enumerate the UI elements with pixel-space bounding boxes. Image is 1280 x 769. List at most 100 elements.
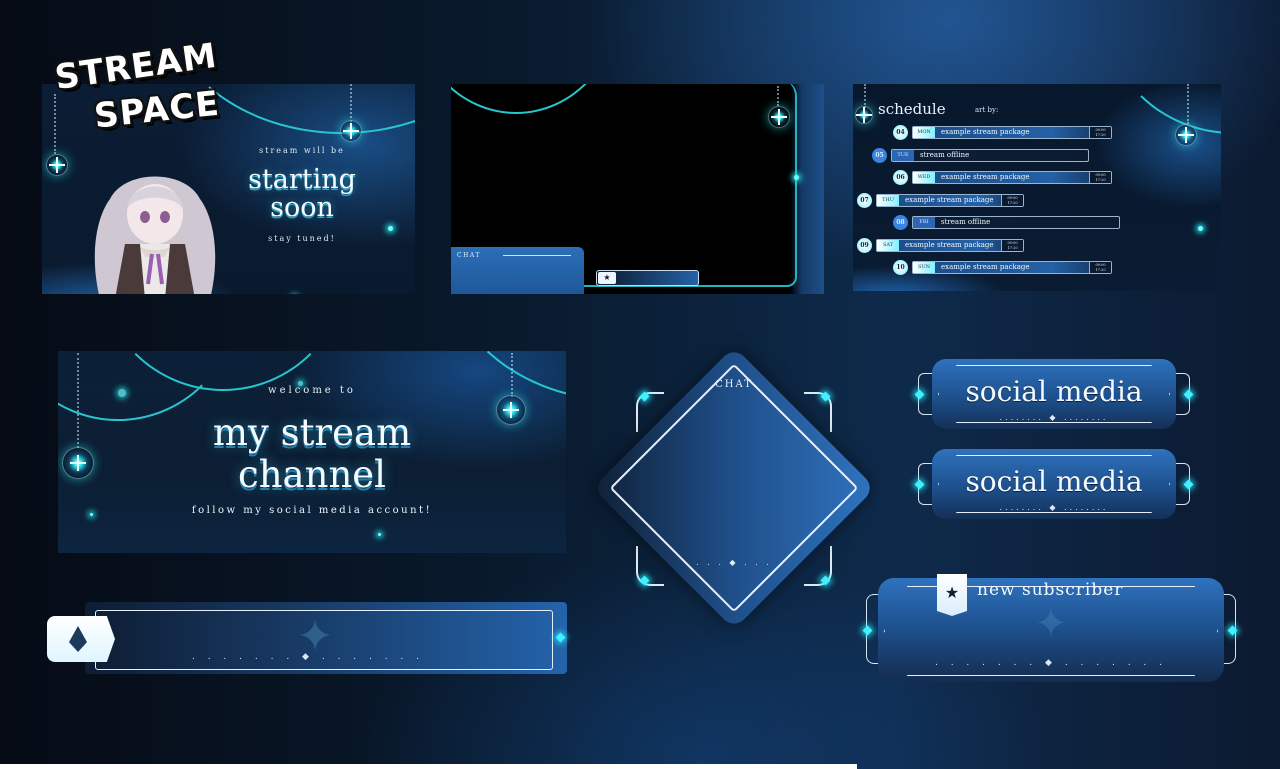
time-start: 09:00: [1007, 195, 1018, 200]
welcome-text: welcome to: [268, 385, 356, 396]
star-orb-icon: [1175, 124, 1197, 146]
dots-divider: ........ ◆ ........: [999, 503, 1109, 512]
day-label: THU: [877, 194, 899, 206]
stream-title: example stream package: [941, 173, 1030, 181]
dots-divider: . . . . . . . ◆ . . . . . . .: [191, 652, 425, 662]
star-orb-icon: [340, 120, 362, 142]
title-line-1: starting: [248, 164, 356, 195]
schedule-screen: schedule art by: 04 MON example stream pac…: [853, 84, 1221, 291]
date-number: 07: [857, 192, 872, 208]
stream-title: example stream package: [905, 240, 994, 249]
channel-banner: welcome to my stream channel follow my s…: [58, 351, 566, 553]
diamond-chat-panel[interactable]: CHAT . . . ◆ . . .: [586, 340, 882, 636]
stream-title: example stream package: [905, 195, 994, 204]
social-media-label: social media: [965, 465, 1143, 498]
name-tag: [47, 616, 115, 662]
chain-decoration: [1187, 84, 1189, 124]
schedule-bar: TUE stream offline: [891, 148, 1089, 162]
pre-title-text: stream will be: [259, 146, 345, 155]
title-line-2: soon: [270, 192, 334, 223]
logo-line-2: SPACE: [92, 83, 222, 137]
day-label: MON: [913, 127, 935, 138]
stream-time: 09:00 17:20: [1089, 127, 1111, 138]
post-title-text: stay tuned!: [268, 234, 336, 243]
star-icon: [1198, 226, 1203, 231]
diamond-icon: [69, 626, 87, 652]
schedule-row: 08 FRI stream offline: [893, 215, 1121, 230]
dots-divider: . . . . . . . ◆ . . . . . . .: [934, 658, 1168, 668]
banner-title-line-1: my stream: [212, 411, 412, 454]
stream-title: stream offline: [920, 150, 970, 159]
date-number: 08: [893, 215, 908, 230]
banner-title-line-2: channel: [238, 453, 386, 496]
chat-label: CHAT: [457, 252, 481, 259]
divider-line: [503, 255, 571, 256]
date-number: 04: [893, 125, 908, 140]
schedule-title: schedule: [878, 100, 946, 118]
chain-decoration: [864, 84, 866, 108]
schedule-bar: FRI stream offline: [912, 216, 1120, 229]
time-start: 09:00: [1095, 173, 1106, 177]
chain-decoration: [777, 86, 779, 106]
time-end: 17:20: [1095, 268, 1106, 272]
social-media-label: social media: [965, 375, 1143, 408]
sparkle-icon: [794, 175, 799, 180]
time-start: 09:00: [1095, 263, 1106, 267]
schedule-row: 05 TUE stream offline: [872, 147, 1090, 163]
chain-decoration: [54, 94, 56, 154]
stream-time: 09:00 17:20: [1001, 194, 1023, 206]
star-orb-icon: [768, 106, 790, 128]
gameplay-overlay: CHAT ★: [451, 84, 824, 294]
stream-space-logo: STREAM SPACE: [52, 36, 221, 137]
star-icon: [388, 226, 393, 231]
time-start: 09:00: [1007, 240, 1018, 245]
star-icon: ★: [598, 272, 616, 284]
date-number: 10: [893, 260, 908, 275]
decorative-arc: [1103, 84, 1221, 134]
date-number: 09: [857, 237, 872, 253]
schedule-bar: THU example stream package 09:00 17:20: [876, 193, 1024, 207]
schedule-bar: SUN example stream package 09:00 17:20: [912, 261, 1112, 274]
stream-time: 09:00 17:20: [1001, 239, 1023, 251]
social-media-panel[interactable]: social media ........ ◆ ........: [914, 359, 1194, 429]
day-label: WED: [913, 172, 935, 183]
star-orb-icon: [46, 154, 68, 176]
chat-label: CHAT: [715, 379, 753, 390]
date-number: 06: [893, 170, 908, 185]
new-subscriber-alert: ✦ ★ new subscriber . . . . . . . ◆ . . .…: [862, 574, 1238, 684]
day-label: TUE: [892, 149, 914, 161]
day-label: SAT: [877, 239, 899, 251]
day-label: FRI: [913, 217, 935, 228]
day-label: SUN: [913, 262, 935, 273]
stream-time: 09:00 17:20: [1089, 172, 1111, 183]
date-number: 05: [872, 147, 887, 163]
social-media-panel[interactable]: social media ........ ◆ ........: [914, 449, 1194, 519]
sparkle-icon: [378, 533, 381, 536]
banner-subtitle: follow my social media account!: [191, 505, 433, 516]
new-subscriber-label: new subscriber: [977, 580, 1124, 600]
schedule-bar: WED example stream package 09:00 17:20: [912, 171, 1112, 184]
time-end: 17:20: [1007, 200, 1018, 205]
time-end: 17:20: [1007, 245, 1018, 250]
schedule-row: 04 MON example stream package 09:00 17:20: [893, 125, 1113, 140]
schedule-bar: SAT example stream package 09:00 17:20: [876, 238, 1024, 252]
time-start: 09:00: [1095, 128, 1106, 132]
art-by-label: art by:: [975, 106, 999, 114]
chat-box[interactable]: CHAT: [451, 247, 584, 294]
stream-title: stream offline: [941, 218, 991, 226]
name-bar-panel: ✦ . . . . . . . ◆ . . . . . . .: [47, 600, 569, 675]
time-end: 17:20: [1095, 133, 1106, 137]
chain-decoration: [350, 84, 352, 122]
time-end: 17:20: [1095, 178, 1106, 182]
stream-title: example stream package: [941, 263, 1030, 271]
faint-star-icon: ✦: [1034, 601, 1068, 647]
dots-divider: ........ ◆ ........: [999, 413, 1109, 422]
stream-title: example stream package: [941, 128, 1030, 136]
bottom-edge-bar: [0, 764, 857, 769]
schedule-row: 10 SUN example stream package 09:00 17:20: [893, 260, 1113, 275]
stream-time: 09:00 17:20: [1089, 262, 1111, 273]
star-orb-icon: [855, 106, 873, 124]
schedule-row: 09 SAT example stream package 09:00 17:20: [857, 237, 1025, 253]
schedule-bar: MON example stream package 09:00 17:20: [912, 126, 1112, 139]
dots-divider: . . . ◆ . . .: [696, 558, 772, 567]
